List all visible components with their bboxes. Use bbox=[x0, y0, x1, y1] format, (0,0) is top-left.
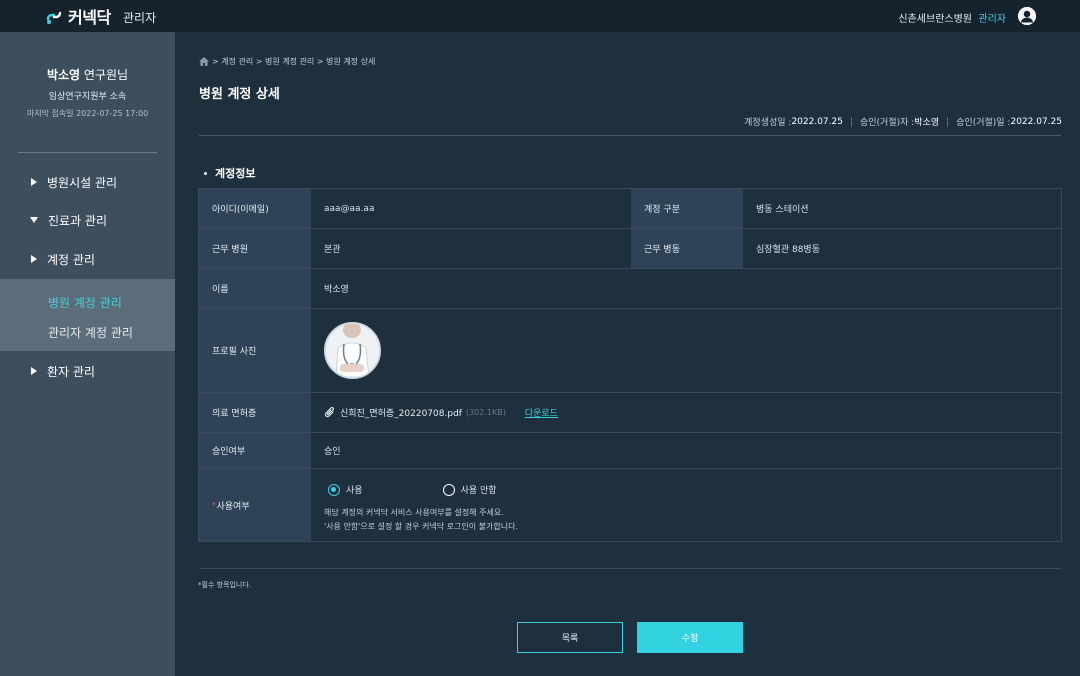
paperclip-icon bbox=[324, 406, 336, 419]
sub-item-admin-account[interactable]: 관리자 계정 관리 bbox=[48, 324, 133, 341]
hospital-label: 근무 병원 bbox=[199, 229, 311, 269]
use-label-cell: * 사용여부 bbox=[199, 469, 311, 541]
meta-approver-label: 승인(거절)자 : bbox=[859, 118, 915, 128]
sidebar: 박소영 연구원님 임상연구지원부 소속 마지막 접속일 2022-07-25 1… bbox=[0, 32, 175, 676]
approval-label: 승인여부 bbox=[199, 433, 311, 469]
menu-item-department[interactable]: 진료과 관리 bbox=[0, 206, 175, 234]
hospital-name: 신촌세브란스병원 bbox=[898, 14, 972, 25]
download-link[interactable]: 다운로드 bbox=[525, 406, 558, 419]
bottom-divider bbox=[199, 568, 1061, 569]
meta-created-label: 계정생성일 : bbox=[744, 118, 792, 128]
user-name: 박소영 bbox=[46, 68, 81, 82]
breadcrumb: > 계정 관리 > 병원 계정 관리 > 병원 계정 상세 bbox=[199, 56, 375, 67]
top-bar: 커넥닥 관리자 신촌세브란스병원 관리자 bbox=[0, 0, 1080, 32]
hospital-value: 본관 bbox=[311, 229, 631, 269]
account-submenu: 병원 계정 관리 관리자 계정 관리 bbox=[0, 279, 175, 351]
triangle-down-icon bbox=[30, 217, 38, 223]
triangle-right-icon bbox=[31, 367, 37, 375]
account-info-table: 아이디(이메일) aaa@aa.aa 계정 구분 병동 스테이션 근무 병원 본… bbox=[198, 188, 1062, 542]
menu-item-patient[interactable]: 환자 관리 bbox=[0, 357, 175, 385]
section-label: 관리자 bbox=[123, 11, 157, 25]
user-profile-name: 박소영 연구원님 bbox=[0, 66, 175, 83]
meta-approved: 승인(거절)일 : 2022.07.25 bbox=[956, 115, 1062, 129]
meta-separator bbox=[947, 116, 949, 127]
required-mark: * bbox=[212, 501, 216, 509]
list-button[interactable]: 목록 bbox=[517, 622, 623, 653]
meta-separator bbox=[850, 116, 852, 127]
license-file-size: (302.1KB) bbox=[465, 408, 506, 417]
menu-item-label: 진료과 관리 bbox=[48, 213, 108, 228]
meta-approver-value: 박소영 bbox=[914, 118, 940, 128]
use-option-on[interactable]: 사용 bbox=[346, 483, 363, 496]
use-label: 사용여부 bbox=[216, 501, 250, 512]
title-divider bbox=[199, 135, 1061, 136]
meta-created-value: 2022.07.25 bbox=[791, 116, 843, 127]
bullet-icon bbox=[204, 171, 207, 175]
profile-photo bbox=[324, 322, 381, 379]
license-file-row: 신희진_면허증_20220708.pdf (302.1KB) 다운로드 bbox=[324, 406, 558, 419]
section-title: 계정정보 bbox=[204, 165, 255, 181]
account-type-label: 계정 구분 bbox=[631, 189, 743, 229]
edit-button[interactable]: 수정 bbox=[637, 622, 743, 653]
menu-item-account[interactable]: 계정 관리 bbox=[0, 245, 175, 273]
sub-item-hospital-account[interactable]: 병원 계정 관리 bbox=[48, 294, 122, 311]
link-logo-icon bbox=[44, 6, 64, 26]
use-cell: 사용 사용 안함 해당 계정의 커넥닥 서비스 사용여부를 설정해 주세요. '… bbox=[311, 469, 1061, 541]
brand-name: 커넥닥 bbox=[68, 10, 111, 27]
use-radio-on[interactable] bbox=[328, 483, 340, 496]
name-label: 이름 bbox=[199, 269, 311, 309]
triangle-right-icon bbox=[31, 255, 37, 263]
use-help-text: 해당 계정의 커넥닥 서비스 사용여부를 설정해 주세요. '사용 안함'으로 … bbox=[324, 506, 518, 534]
section-title-text: 계정정보 bbox=[215, 167, 256, 180]
user-title: 연구원님 bbox=[83, 68, 129, 82]
name-value: 박소영 bbox=[311, 269, 1061, 309]
photo-cell bbox=[311, 309, 1061, 393]
breadcrumb-path: > 계정 관리 > 병원 계정 관리 > 병원 계정 상세 bbox=[212, 57, 376, 66]
use-help-line-1: 해당 계정의 커넥닥 서비스 사용여부를 설정해 주세요. bbox=[324, 508, 504, 517]
account-type-value: 병동 스테이션 bbox=[743, 189, 1061, 229]
photo-label: 프로필 사진 bbox=[199, 309, 311, 393]
account-meta: 계정생성일 : 2022.07.25 승인(거절)자 : 박소영 승인(거절)일… bbox=[744, 115, 1062, 128]
email-value: aaa@aa.aa bbox=[311, 189, 631, 229]
role-label: 관리자 bbox=[978, 14, 1006, 25]
meta-approved-value: 2022.07.25 bbox=[1010, 116, 1062, 127]
menu-item-facility[interactable]: 병원시설 관리 bbox=[0, 168, 175, 196]
license-label: 의료 면허증 bbox=[199, 393, 311, 433]
triangle-right-icon bbox=[31, 178, 37, 186]
menu-item-label: 계정 관리 bbox=[47, 252, 95, 267]
ward-value: 심장혈관 88병동 bbox=[743, 229, 1061, 269]
meta-approver: 승인(거절)자 : 박소영 bbox=[860, 115, 939, 128]
menu-item-label: 병원시설 관리 bbox=[47, 175, 118, 190]
user-department: 임상연구지원부 소속 bbox=[48, 92, 127, 102]
approval-value: 승인 bbox=[311, 433, 1061, 469]
license-cell: 신희진_면허증_20220708.pdf (302.1KB) 다운로드 bbox=[311, 393, 1061, 433]
menu-item-label: 환자 관리 bbox=[47, 364, 95, 379]
home-icon[interactable] bbox=[199, 57, 209, 66]
use-option-off[interactable]: 사용 안함 bbox=[461, 483, 497, 496]
ward-label: 근무 병동 bbox=[631, 229, 743, 269]
use-help-line-2: '사용 안함'으로 설정 할 경우 커넥닥 로그인이 불가합니다. bbox=[324, 522, 519, 531]
last-login: 마지막 접속일 2022-07-25 17:00 bbox=[26, 109, 149, 118]
brand-logo[interactable]: 커넥닥 bbox=[44, 6, 111, 27]
meta-approved-label: 승인(거절)일 : bbox=[956, 118, 1011, 128]
use-radio-group: 사용 사용 안함 bbox=[328, 483, 497, 496]
meta-created: 계정생성일 : 2022.07.25 bbox=[744, 115, 843, 129]
email-label: 아이디(이메일) bbox=[199, 189, 311, 229]
license-file-name[interactable]: 신희진_면허증_20220708.pdf bbox=[340, 406, 462, 419]
user-avatar-icon[interactable] bbox=[1018, 7, 1036, 25]
use-radio-off[interactable] bbox=[442, 483, 455, 496]
sidebar-divider bbox=[18, 152, 157, 153]
page-title: 병원 계정 상세 bbox=[199, 87, 280, 102]
required-note: *필수 항목입니다. bbox=[198, 581, 252, 589]
